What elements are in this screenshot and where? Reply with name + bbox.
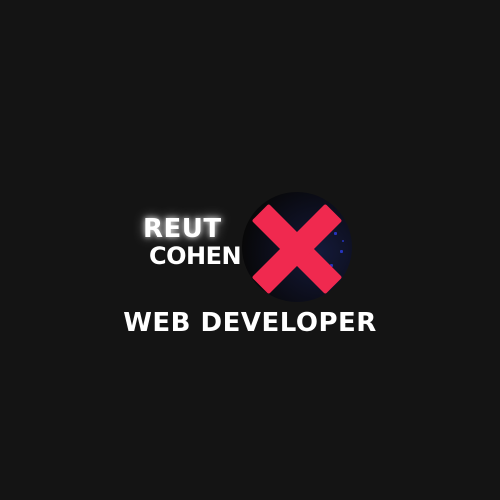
splash-canvas: REUT COHEN WEB DEVELOPER [0, 0, 500, 500]
logo-last-name: COHEN [149, 242, 242, 270]
circle-speck [340, 250, 343, 253]
x-mark-icon [251, 203, 343, 295]
tagline: WEB DEVELOPER [123, 308, 377, 338]
circle-speck [342, 240, 344, 242]
logo: REUT COHEN [0, 0, 500, 500]
logo-first-name: REUT [143, 214, 222, 244]
